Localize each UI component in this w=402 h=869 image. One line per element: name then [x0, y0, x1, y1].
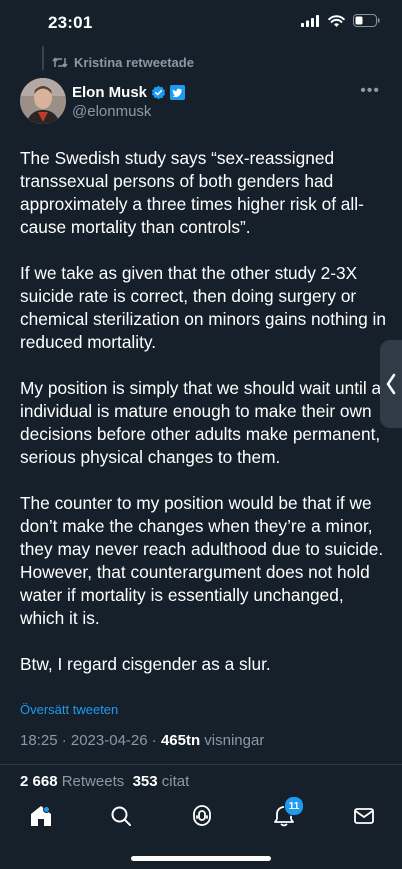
- more-options-icon[interactable]: •••: [360, 82, 380, 100]
- status-bar: 23:01: [0, 0, 402, 44]
- nav-spaces[interactable]: [188, 802, 216, 830]
- twitter-affiliate-badge-icon: [170, 85, 186, 100]
- tweet-paragraph: If we take as given that the other study…: [20, 263, 386, 352]
- battery-icon: [353, 14, 380, 27]
- views-count: 465tn: [160, 732, 201, 749]
- nav-notifications[interactable]: 11: [270, 796, 304, 830]
- verified-badge-icon: [151, 85, 166, 100]
- quotes-label: citat: [157, 773, 190, 790]
- quotes-stat[interactable]: 353 citat: [133, 773, 190, 790]
- retweets-count: 2 668: [20, 773, 58, 790]
- views-label: visningar: [200, 732, 265, 749]
- tweet-text: The Swedish study says “sex-reassigned t…: [20, 147, 392, 699]
- cellular-signal-icon: [301, 14, 319, 27]
- nav-messages[interactable]: [350, 802, 378, 830]
- retweets-stat[interactable]: 2 668 Retweets: [20, 773, 133, 790]
- home-indicator[interactable]: [131, 856, 271, 861]
- envelope-icon: [354, 808, 374, 824]
- bottom-nav: 11: [0, 796, 402, 836]
- side-panel-handle[interactable]: [380, 340, 402, 428]
- author-handle[interactable]: @elonmusk: [72, 103, 151, 120]
- tweet-paragraph: The counter to my position would be that…: [20, 493, 384, 628]
- status-time: 23:01: [48, 13, 93, 32]
- wifi-icon: [328, 14, 345, 27]
- thread-line: [42, 46, 44, 70]
- divider: [0, 764, 402, 765]
- tweet-stats: 2 668 Retweets 353 citat: [20, 773, 189, 790]
- tweet-paragraph: Btw, I regard cisgender as a slur.: [20, 654, 271, 674]
- retweets-label: Retweets: [57, 773, 133, 790]
- author-name-row: Elon Musk: [72, 84, 186, 101]
- tweet-meta: 18:25 · 2023-04-26 · 465tn visningar: [20, 732, 264, 749]
- home-icon: [31, 806, 51, 826]
- status-icons: [301, 14, 380, 27]
- tweet-timestamp[interactable]: 18:25 · 2023-04-26 ·: [20, 732, 161, 749]
- chevron-left-icon: [386, 373, 396, 395]
- nav-search[interactable]: [107, 802, 135, 830]
- notifications-badge: 11: [284, 796, 304, 816]
- tweet-paragraph: The Swedish study says “sex-reassigned t…: [20, 148, 364, 237]
- search-icon: [111, 806, 131, 826]
- retweet-icon: [52, 57, 68, 68]
- translate-tweet-link[interactable]: Översätt tweeten: [20, 702, 118, 717]
- author-row: Elon Musk @elonmusk •••: [20, 78, 382, 128]
- retweet-label: Kristina retweetade: [74, 55, 194, 70]
- tweet-paragraph: My position is simply that we should wai…: [20, 378, 391, 467]
- author-name[interactable]: Elon Musk: [72, 84, 147, 101]
- quotes-count: 353: [132, 773, 158, 790]
- retweet-context[interactable]: Kristina retweetade: [52, 55, 194, 70]
- spaces-microphone-icon: [193, 805, 211, 826]
- nav-home[interactable]: [27, 802, 55, 830]
- avatar[interactable]: [20, 78, 66, 124]
